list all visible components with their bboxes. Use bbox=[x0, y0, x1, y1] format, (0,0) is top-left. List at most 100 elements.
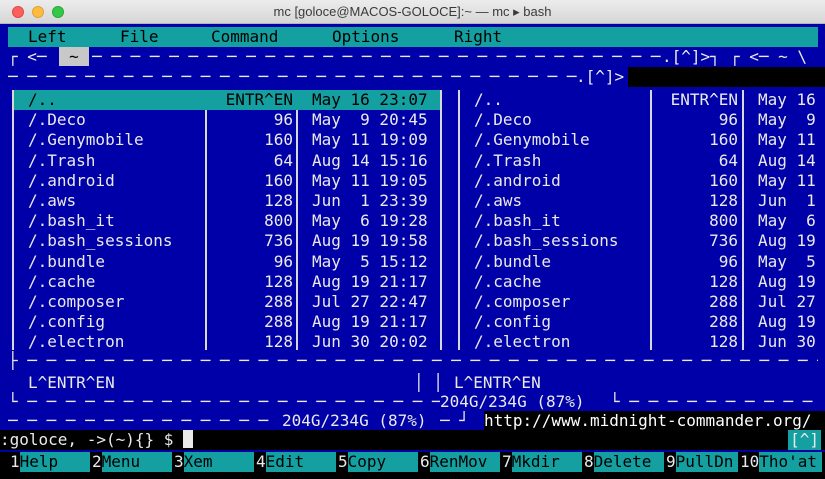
menu-right[interactable]: Right bbox=[454, 27, 502, 47]
function-key-bar: 1Help 2Menu 3Xem 4Edit 5Copy 6RenMov 7Mkdir 8De… bbox=[0, 452, 825, 472]
file-mtime: Aug 19 21:17 bbox=[312, 312, 428, 332]
file-size: 128 bbox=[264, 332, 293, 352]
file-name: /.config bbox=[28, 312, 106, 332]
left-panel-path[interactable]: ~ bbox=[59, 47, 89, 66]
file-mtime: Jul 27 22:47 bbox=[312, 292, 428, 311]
left-panel-right-border bbox=[440, 90, 442, 350]
fkey-xem-button[interactable]: 3Xem bbox=[174, 452, 254, 472]
right-panel-row[interactable]: /.Genymobile 160 May 11 bbox=[460, 130, 825, 150]
left-panel-free-space: 204G/234G (87%) bbox=[282, 411, 427, 430]
file-size: 800 bbox=[264, 211, 293, 231]
right-panel-history-button[interactable]: .[^]> bbox=[576, 67, 628, 87]
left-panel-row[interactable]: /.config 288 Aug 19 21:17 bbox=[14, 312, 440, 332]
left-panel-row[interactable]: /.electron 128 Jun 30 20:02 bbox=[14, 332, 440, 352]
midnight-commander-url: http://www.midnight-commander.org/ bbox=[484, 411, 825, 431]
left-panel-row[interactable]: /.aws 128 Jun 1 23:39 bbox=[14, 191, 440, 211]
file-name: /.bundle bbox=[28, 251, 106, 271]
file-mtime: May 16 bbox=[758, 90, 816, 109]
file-name: /.. bbox=[28, 90, 57, 109]
file-size: 288 bbox=[264, 312, 293, 332]
left-panel-row[interactable]: /.. ENTR^EN May 16 23:07 bbox=[14, 90, 440, 110]
right-panel-row[interactable]: /.config 288 Aug 19 bbox=[460, 312, 825, 332]
file-name: /.cache bbox=[474, 271, 542, 291]
file-mtime: Jun 1 bbox=[758, 191, 816, 210]
file-size: ENTR^EN bbox=[225, 90, 293, 109]
fkey-number: 2 bbox=[92, 452, 102, 471]
left-panel-row[interactable]: /.cache 128 Aug 19 21:17 bbox=[14, 272, 440, 292]
file-size: 160 bbox=[709, 130, 738, 150]
fkey-number: 7 bbox=[502, 452, 512, 471]
file-size: 128 bbox=[264, 191, 293, 210]
fkey-number: 6 bbox=[420, 452, 430, 471]
fkey-mkdir-button[interactable]: 7Mkdir bbox=[502, 452, 582, 472]
right-panel-row[interactable]: /.. ENTR^EN May 16 bbox=[460, 90, 825, 110]
file-size: 160 bbox=[264, 130, 293, 150]
fkey-help-button[interactable]: 1Help bbox=[10, 452, 90, 472]
menu-file[interactable]: File bbox=[120, 27, 159, 47]
left-panel-row[interactable]: /.bundle 96 May 5 15:12 bbox=[14, 252, 440, 272]
left-panel-row[interactable]: /.android 160 May 11 19:05 bbox=[14, 171, 440, 191]
fkey-pulldn-button[interactable]: 9PullDn bbox=[666, 452, 738, 472]
file-mtime: May 16 23:07 bbox=[312, 90, 428, 109]
panel-separator: ├ ─ ─ ─ ─ ─ ─ ─ ─ ─ ─ ─ ─ ─ ─ ─ ─ ─ ─ ─ … bbox=[8, 351, 818, 370]
fkey-label: Help bbox=[19, 452, 90, 472]
right-panel-row[interactable]: /.android 160 May 11 bbox=[460, 171, 825, 191]
right-panel-row[interactable]: /.bash_sessions 736 Aug 19 bbox=[460, 231, 825, 251]
command-line[interactable]: :goloce, ->(~){} $ [^] bbox=[0, 430, 825, 450]
file-size: 736 bbox=[264, 231, 293, 251]
right-panel-row[interactable]: /.bash_it 800 May 6 bbox=[460, 211, 825, 231]
file-name: /.aws bbox=[28, 191, 77, 210]
menu-command[interactable]: Command bbox=[211, 27, 278, 47]
left-panel-row[interactable]: /.composer 288 Jul 27 22:47 bbox=[14, 292, 440, 312]
file-size: 160 bbox=[709, 170, 738, 190]
fkey-menu-button[interactable]: 2Menu bbox=[92, 452, 172, 472]
text-cursor bbox=[183, 430, 194, 448]
command-history-button[interactable]: [^] bbox=[788, 430, 821, 450]
menu-left[interactable]: Left bbox=[28, 27, 67, 47]
right-panel-mini-status: L^ENTR^EN bbox=[454, 373, 541, 392]
fkey-edit-button[interactable]: 4Edit bbox=[256, 452, 336, 472]
terminal-bottom-strip bbox=[0, 472, 825, 479]
file-name: /.aws bbox=[474, 191, 523, 210]
fkey-number: 8 bbox=[584, 452, 594, 471]
file-size: ENTR^EN bbox=[670, 90, 738, 109]
file-name: /.bash_it bbox=[28, 211, 115, 231]
file-name: /.android bbox=[28, 170, 115, 190]
file-size: 288 bbox=[709, 292, 738, 311]
left-panel-history-button[interactable]: .[^]>┐ bbox=[662, 47, 722, 67]
left-panel-row[interactable]: /.bash_it 800 May 6 19:28 bbox=[14, 211, 440, 231]
fkey-number: 1 bbox=[10, 452, 20, 471]
file-mtime: Aug 19 bbox=[758, 312, 816, 332]
right-panel-row[interactable]: /.Deco 96 May 9 bbox=[460, 110, 825, 130]
left-panel-row[interactable]: /.Genymobile 160 May 11 19:09 bbox=[14, 130, 440, 150]
left-panel-row[interactable]: /.bash_sessions 736 Aug 19 19:58 bbox=[14, 231, 440, 251]
fkey-thoat-button[interactable]: 10Tho'at bbox=[740, 452, 823, 472]
file-mtime: Aug 14 bbox=[758, 150, 816, 170]
right-panel-row[interactable]: /.composer 288 Jul 27 bbox=[460, 292, 825, 312]
left-panel-row[interactable]: /.Deco 96 May 9 20:45 bbox=[14, 110, 440, 130]
file-size: 96 bbox=[718, 110, 738, 130]
right-panel-row[interactable]: /.bundle 96 May 5 bbox=[460, 252, 825, 272]
menu-options[interactable]: Options bbox=[332, 27, 399, 47]
file-mtime: Jun 1 23:39 bbox=[312, 191, 428, 210]
file-size: 128 bbox=[264, 271, 293, 291]
fkey-label: Mkdir bbox=[511, 452, 582, 472]
right-panel-border-start: ┌ <─ ~ \ bbox=[730, 47, 808, 66]
left-panel-row[interactable]: /.Trash 64 Aug 14 15:16 bbox=[14, 151, 440, 171]
file-mtime: May 9 20:45 bbox=[312, 110, 428, 130]
file-mtime: Aug 19 21:17 bbox=[312, 271, 428, 291]
right-panel-row[interactable]: /.electron 128 Jun 30 bbox=[460, 332, 825, 352]
file-name: /.electron bbox=[28, 332, 125, 352]
right-panel-row[interactable]: /.Trash 64 Aug 14 bbox=[460, 151, 825, 171]
fkey-copy-button[interactable]: 5Copy bbox=[338, 452, 418, 472]
right-panel-row[interactable]: /.aws 128 Jun 1 bbox=[460, 191, 825, 211]
left-status-border-end: ─ ┘ bbox=[440, 411, 469, 430]
file-mtime: Jun 30 bbox=[758, 332, 816, 352]
right-panel-row[interactable]: /.cache 128 Aug 19 bbox=[460, 272, 825, 292]
file-size: 128 bbox=[709, 271, 738, 291]
file-mtime: May 11 bbox=[758, 170, 816, 190]
fkey-renmov-button[interactable]: 6RenMov bbox=[420, 452, 500, 472]
file-name: /.bash_sessions bbox=[474, 231, 619, 251]
terminal[interactable]: Left File Command Options Right ┌ <─ ~ ─… bbox=[0, 24, 825, 479]
fkey-delete-button[interactable]: 8Delete bbox=[584, 452, 664, 472]
